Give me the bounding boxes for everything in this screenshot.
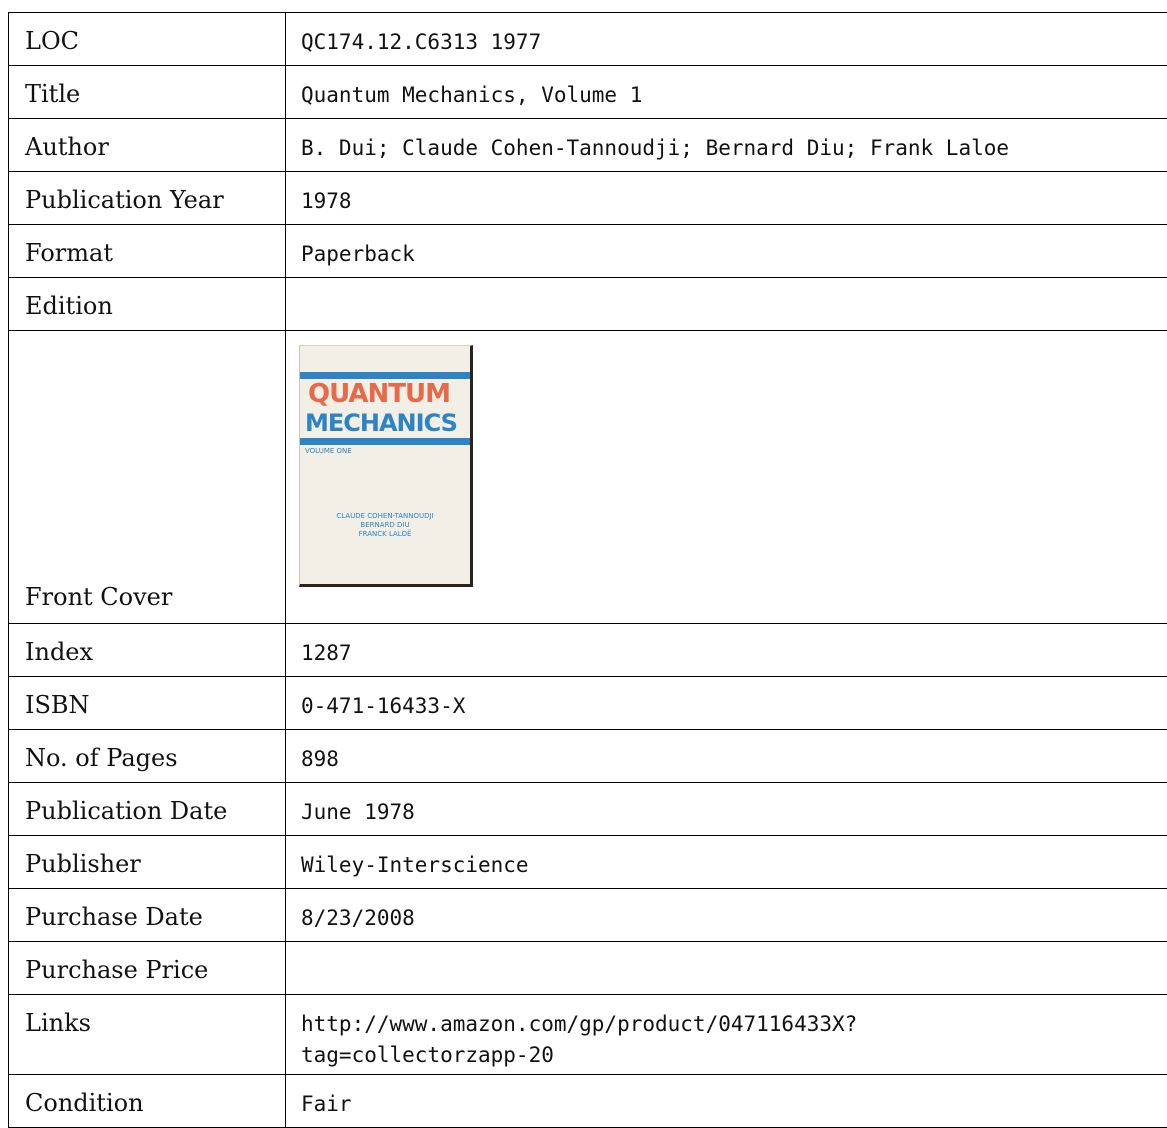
value-loc: QC174.12.C6313 1977 xyxy=(286,13,1167,66)
row-index: Index 1287 xyxy=(9,624,1167,677)
row-title: Title Quantum Mechanics, Volume 1 xyxy=(9,66,1167,119)
book-record-table: LOC QC174.12.C6313 1977 Title Quantum Me… xyxy=(8,12,1167,1128)
cover-author-3: FRANCK LALOË xyxy=(300,530,470,539)
label-purchase-price: Purchase Price xyxy=(9,942,286,995)
cover-stripe-top xyxy=(300,372,470,379)
value-condition: Fair xyxy=(286,1075,1167,1128)
label-title: Title xyxy=(9,66,286,119)
front-cover-image: QUANTUM MECHANICS VOLUME ONE CLAUDE COHE… xyxy=(299,345,473,587)
label-condition: Condition xyxy=(9,1075,286,1128)
value-pages: 898 xyxy=(286,730,1167,783)
label-edition: Edition xyxy=(9,278,286,331)
row-edition: Edition xyxy=(9,278,1167,331)
value-publication-year: 1978 xyxy=(286,172,1167,225)
row-author: Author B. Dui; Claude Cohen-Tannoudji; B… xyxy=(9,119,1167,172)
row-pages: No. of Pages 898 xyxy=(9,730,1167,783)
value-format: Paperback xyxy=(286,225,1167,278)
row-publication-year: Publication Year 1978 xyxy=(9,172,1167,225)
row-purchase-date: Purchase Date 8/23/2008 xyxy=(9,889,1167,942)
label-front-cover: Front Cover xyxy=(9,331,286,624)
value-edition xyxy=(286,278,1167,331)
value-isbn: 0-471-16433-X xyxy=(286,677,1167,730)
label-index: Index xyxy=(9,624,286,677)
row-isbn: ISBN 0-471-16433-X xyxy=(9,677,1167,730)
row-publication-date: Publication Date June 1978 xyxy=(9,783,1167,836)
cover-title-line1: QUANTUM xyxy=(308,381,450,407)
value-publisher: Wiley-Interscience xyxy=(286,836,1167,889)
value-title: Quantum Mechanics, Volume 1 xyxy=(286,66,1167,119)
cover-volume-label: VOLUME ONE xyxy=(305,447,352,455)
label-author: Author xyxy=(9,119,286,172)
label-publication-year: Publication Year xyxy=(9,172,286,225)
label-pages: No. of Pages xyxy=(9,730,286,783)
value-index: 1287 xyxy=(286,624,1167,677)
label-format: Format xyxy=(9,225,286,278)
cover-stripe-bottom xyxy=(300,438,470,445)
row-purchase-price: Purchase Price xyxy=(9,942,1167,995)
value-links: http://www.amazon.com/gp/product/0471164… xyxy=(286,995,1167,1075)
label-publisher: Publisher xyxy=(9,836,286,889)
label-publication-date: Publication Date xyxy=(9,783,286,836)
label-links: Links xyxy=(9,995,286,1075)
label-purchase-date: Purchase Date xyxy=(9,889,286,942)
amazon-product-link[interactable]: http://www.amazon.com/gp/product/0471164… xyxy=(301,1009,1061,1071)
row-links: Links http://www.amazon.com/gp/product/0… xyxy=(9,995,1167,1075)
label-loc: LOC xyxy=(9,13,286,66)
label-isbn: ISBN xyxy=(9,677,286,730)
value-purchase-price xyxy=(286,942,1167,995)
value-publication-date: June 1978 xyxy=(286,783,1167,836)
value-purchase-date: 8/23/2008 xyxy=(286,889,1167,942)
row-condition: Condition Fair xyxy=(9,1075,1167,1128)
row-format: Format Paperback xyxy=(9,225,1167,278)
cover-author-1: CLAUDE COHEN-TANNOUDJI xyxy=(300,512,470,521)
row-loc: LOC QC174.12.C6313 1977 xyxy=(9,13,1167,66)
row-front-cover: Front Cover QUANTUM MECHANICS VOLUME ONE… xyxy=(9,331,1167,624)
value-author: B. Dui; Claude Cohen-Tannoudji; Bernard … xyxy=(286,119,1167,172)
cover-title-line2: MECHANICS xyxy=(305,410,457,436)
row-publisher: Publisher Wiley-Interscience xyxy=(9,836,1167,889)
cover-author-2: BERNARD DIU xyxy=(300,521,470,530)
cover-authors: CLAUDE COHEN-TANNOUDJI BERNARD DIU FRANC… xyxy=(300,512,470,539)
value-front-cover: QUANTUM MECHANICS VOLUME ONE CLAUDE COHE… xyxy=(286,331,1167,624)
